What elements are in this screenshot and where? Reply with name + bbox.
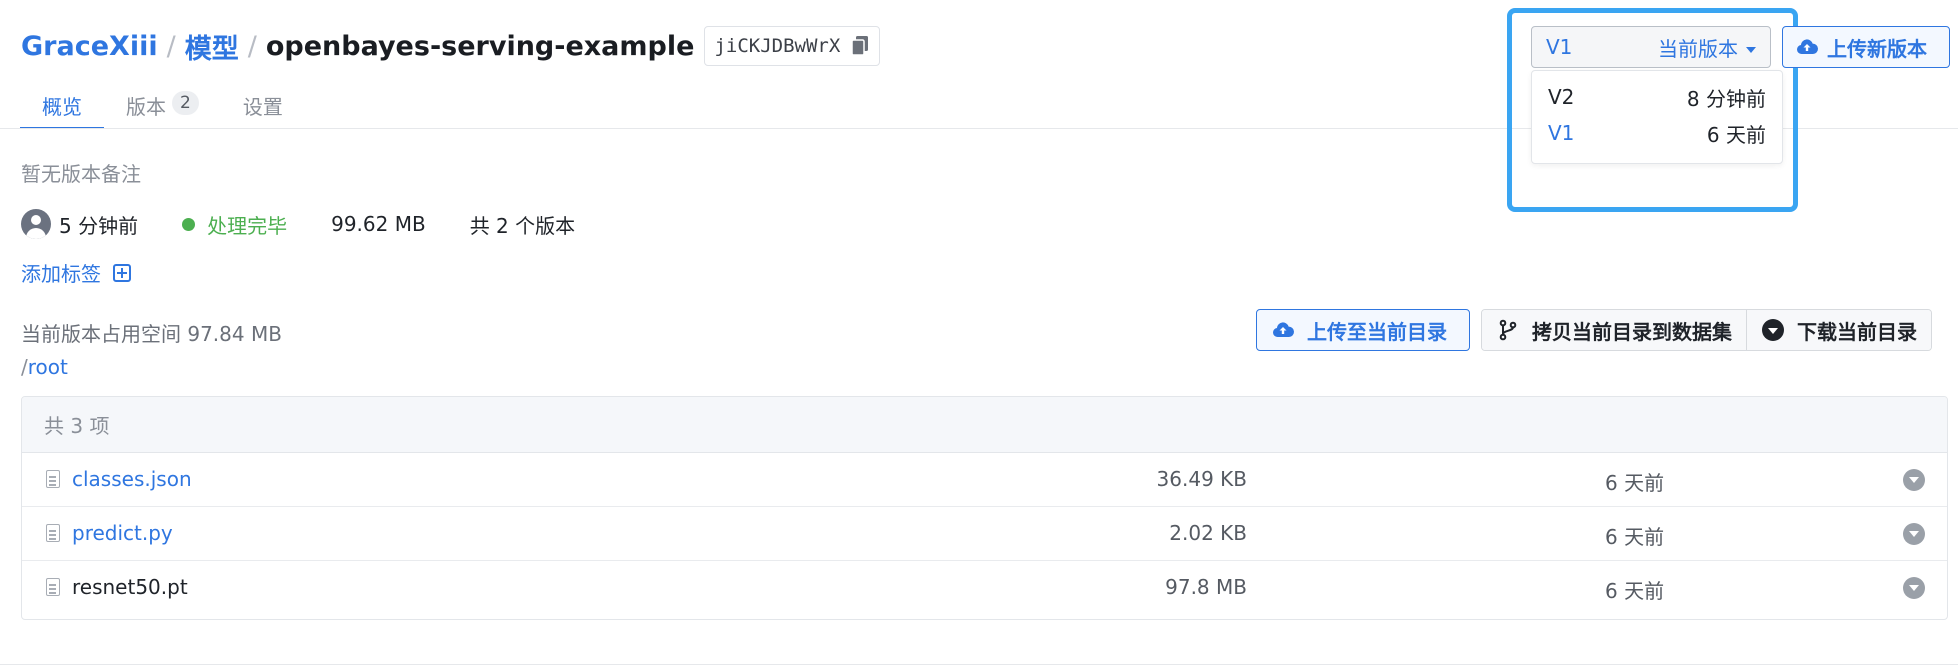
repo-id-text: jiCKJDBwWrX [714, 35, 841, 57]
path-dir-link[interactable]: root [28, 355, 68, 379]
breadcrumb-owner-link[interactable]: GraceXiii [21, 31, 158, 62]
file-size: 2.02 KB [1169, 521, 1247, 545]
version-option-time: 6 天前 [1706, 122, 1766, 147]
version-option-v1[interactable]: V1 6 天前 [1532, 115, 1782, 151]
selected-version: V1 [1546, 35, 1573, 59]
upload-to-current-dir-label: 上传至当前目录 [1307, 319, 1447, 344]
file-table: 共 3 项 classes.json 36.49 KB 6 天前 predict… [21, 396, 1948, 620]
repo-id-box: jiCKJDBwWrX [704, 26, 881, 66]
version-option-name: V2 [1548, 85, 1575, 109]
breadcrumb: GraceXiii / 模型 / openbayes-serving-examp… [21, 26, 881, 66]
file-modified-time: 6 天前 [1605, 471, 1665, 495]
row-menu-chevron-icon[interactable] [1903, 577, 1925, 599]
copy-to-dataset-button[interactable]: 拷贝当前目录到数据集 [1482, 310, 1746, 350]
tab-overview[interactable]: 概览 [20, 85, 104, 129]
table-row: classes.json 36.49 KB 6 天前 [22, 453, 1947, 507]
table-row: resnet50.pt 97.8 MB 6 天前 [22, 561, 1947, 615]
bottom-divider [0, 664, 1958, 665]
file-modified-time: 6 天前 [1605, 525, 1665, 549]
version-select-label: 当前版本 [1658, 36, 1738, 61]
model-size: 99.62 MB [331, 212, 426, 236]
version-count: 共 2 个版本 [469, 213, 576, 238]
tab-settings-label: 设置 [242, 95, 283, 119]
plus-square-icon [113, 263, 131, 282]
version-select[interactable]: V1 当前版本 [1531, 26, 1771, 68]
status-dot-icon [182, 217, 196, 231]
file-name: resnet50.pt [72, 575, 188, 599]
upload-new-version-button[interactable]: 上传新版本 [1782, 26, 1950, 68]
upload-new-version-label: 上传新版本 [1827, 36, 1927, 61]
tab-settings[interactable]: 设置 [221, 85, 305, 129]
table-row: predict.py 2.02 KB 6 天前 [22, 507, 1947, 561]
file-size: 36.49 KB [1156, 467, 1247, 491]
tab-bar: 概览 版本 2 设置 [20, 85, 305, 129]
upload-to-current-dir-button[interactable]: 上传至当前目录 [1256, 309, 1470, 351]
row-menu-chevron-icon[interactable] [1903, 523, 1925, 545]
caret-down-icon [1746, 47, 1756, 53]
download-circle-icon [1762, 319, 1784, 341]
version-select-label-wrap: 当前版本 [1658, 33, 1756, 62]
breadcrumb-section-link[interactable]: 模型 [185, 27, 239, 66]
created-time: 5 分钟前 [59, 213, 139, 238]
current-path: /root [21, 355, 68, 379]
file-icon [46, 578, 60, 596]
cloud-upload-icon [1796, 39, 1819, 54]
breadcrumb-separator: / [247, 30, 257, 62]
copy-to-dataset-label: 拷贝当前目录到数据集 [1532, 319, 1732, 344]
avatar [21, 209, 51, 239]
tab-versions[interactable]: 版本 2 [104, 85, 221, 129]
add-tag-label: 添加标签 [21, 262, 101, 286]
tab-versions-label: 版本 [126, 95, 166, 119]
branch-icon [1499, 319, 1517, 341]
file-icon [46, 470, 60, 488]
add-tag-button[interactable]: 添加标签 [21, 258, 131, 287]
storage-usage: 当前版本占用空间 97.84 MB [21, 322, 282, 346]
version-option-v2[interactable]: V2 8 分钟前 [1532, 79, 1782, 115]
status-badge: 处理完毕 [207, 213, 288, 238]
file-name-link[interactable]: predict.py [72, 521, 173, 545]
version-option-time: 8 分钟前 [1686, 86, 1766, 111]
tab-overview-label: 概览 [42, 95, 82, 119]
version-note: 暂无版本备注 [21, 162, 141, 186]
file-icon [46, 524, 60, 542]
file-count-header: 共 3 项 [22, 397, 1947, 453]
path-root-slash: / [21, 355, 28, 379]
breadcrumb-separator: / [166, 30, 176, 62]
cloud-upload-icon [1272, 322, 1295, 337]
versions-count-badge: 2 [172, 91, 199, 115]
file-modified-time: 6 天前 [1605, 579, 1665, 603]
download-current-dir-button[interactable]: 下载当前目录 [1746, 310, 1931, 350]
directory-action-group: 拷贝当前目录到数据集 下载当前目录 [1481, 309, 1932, 351]
row-menu-chevron-icon[interactable] [1903, 469, 1925, 491]
file-name-link[interactable]: classes.json [72, 467, 192, 491]
download-current-dir-label: 下载当前目录 [1797, 319, 1917, 344]
page-title: openbayes-serving-example [265, 30, 695, 62]
version-dropdown-menu: V2 8 分钟前 V1 6 天前 [1531, 70, 1783, 164]
copy-icon[interactable] [850, 35, 870, 57]
file-size: 97.8 MB [1165, 575, 1247, 599]
version-option-name: V1 [1548, 121, 1575, 145]
version-meta: 5 分钟前 处理完毕 99.62 MB 共 2 个版本 [21, 208, 575, 240]
